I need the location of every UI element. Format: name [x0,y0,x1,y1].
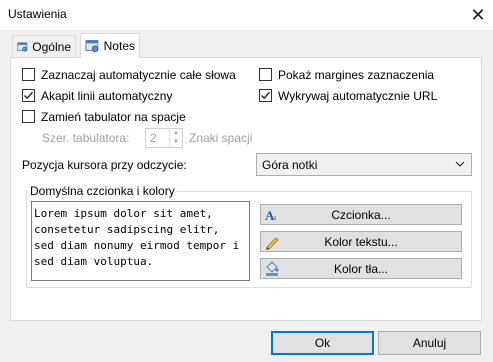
tab-notes[interactable]: Notes [80,33,140,58]
font-preview-text: Lorem ipsum dolor sit amet, consetetur s… [34,207,240,268]
tab-width-label: Szer. tabulatora: [42,131,130,145]
font-button[interactable]: A a Czcionka... [260,204,462,225]
font-colors-group-title: Domyślna czcionka i kolory [28,184,177,198]
cursor-position-label: Pozycja kursora przy odczycie: [22,158,187,172]
chevron-down-icon [455,161,465,167]
font-preview: Lorem ipsum dolor sit amet, consetetur s… [31,201,250,281]
auto-paragraph-checkbox[interactable] [22,89,35,102]
checkmark-icon [24,91,34,100]
spin-up-icon[interactable]: ▲ [170,129,182,138]
background-color-button[interactable]: Kolor tła... [260,258,462,279]
tab-width-unit: Znaki spacji [189,131,253,145]
notes-settings-icon [85,40,99,52]
detect-urls-label: Wykrywaj automatycznie URL [278,89,438,103]
detect-urls-checkbox[interactable] [259,89,272,102]
ok-button[interactable]: Ok [271,331,374,355]
select-whole-words-label: Zaznaczaj automatycznie całe słowa [41,68,236,82]
close-icon[interactable]: ✕ [467,4,489,26]
tab-general[interactable]: Ogólne [12,35,76,57]
tab-width-value: 2 [150,131,157,145]
show-selection-margin-checkbox[interactable] [259,68,272,81]
replace-tabs-checkbox[interactable] [22,110,35,123]
select-whole-words-checkbox[interactable] [22,68,35,81]
cursor-position-select[interactable]: Góra notki [256,153,472,176]
text-color-button-label: Kolor tekstu... [324,235,398,249]
show-selection-margin-label: Pokaż margines zaznaczenia [278,68,435,82]
spin-down-icon[interactable]: ▼ [170,138,182,147]
font-button-label: Czcionka... [331,208,391,222]
tab-notes-label: Notes [103,39,135,53]
tab-width-spinner[interactable]: 2 ▲ ▼ [145,128,183,148]
general-settings-icon [17,41,28,52]
text-color-button[interactable]: Kolor tekstu... [260,231,462,252]
tab-general-label: Ogólne [32,39,71,54]
cancel-button[interactable]: Anuluj [378,331,481,355]
replace-tabs-label: Zamień tabulator na spacje [41,110,186,124]
background-color-button-label: Kolor tła... [333,262,389,276]
cursor-position-value: Góra notki [262,158,318,172]
window-title: Ustawienia [8,7,67,21]
spinner-buttons[interactable]: ▲ ▼ [169,129,182,147]
checkmark-icon [261,91,271,100]
auto-paragraph-label: Akapit linii automatyczny [41,89,173,103]
title-bar [0,0,493,30]
